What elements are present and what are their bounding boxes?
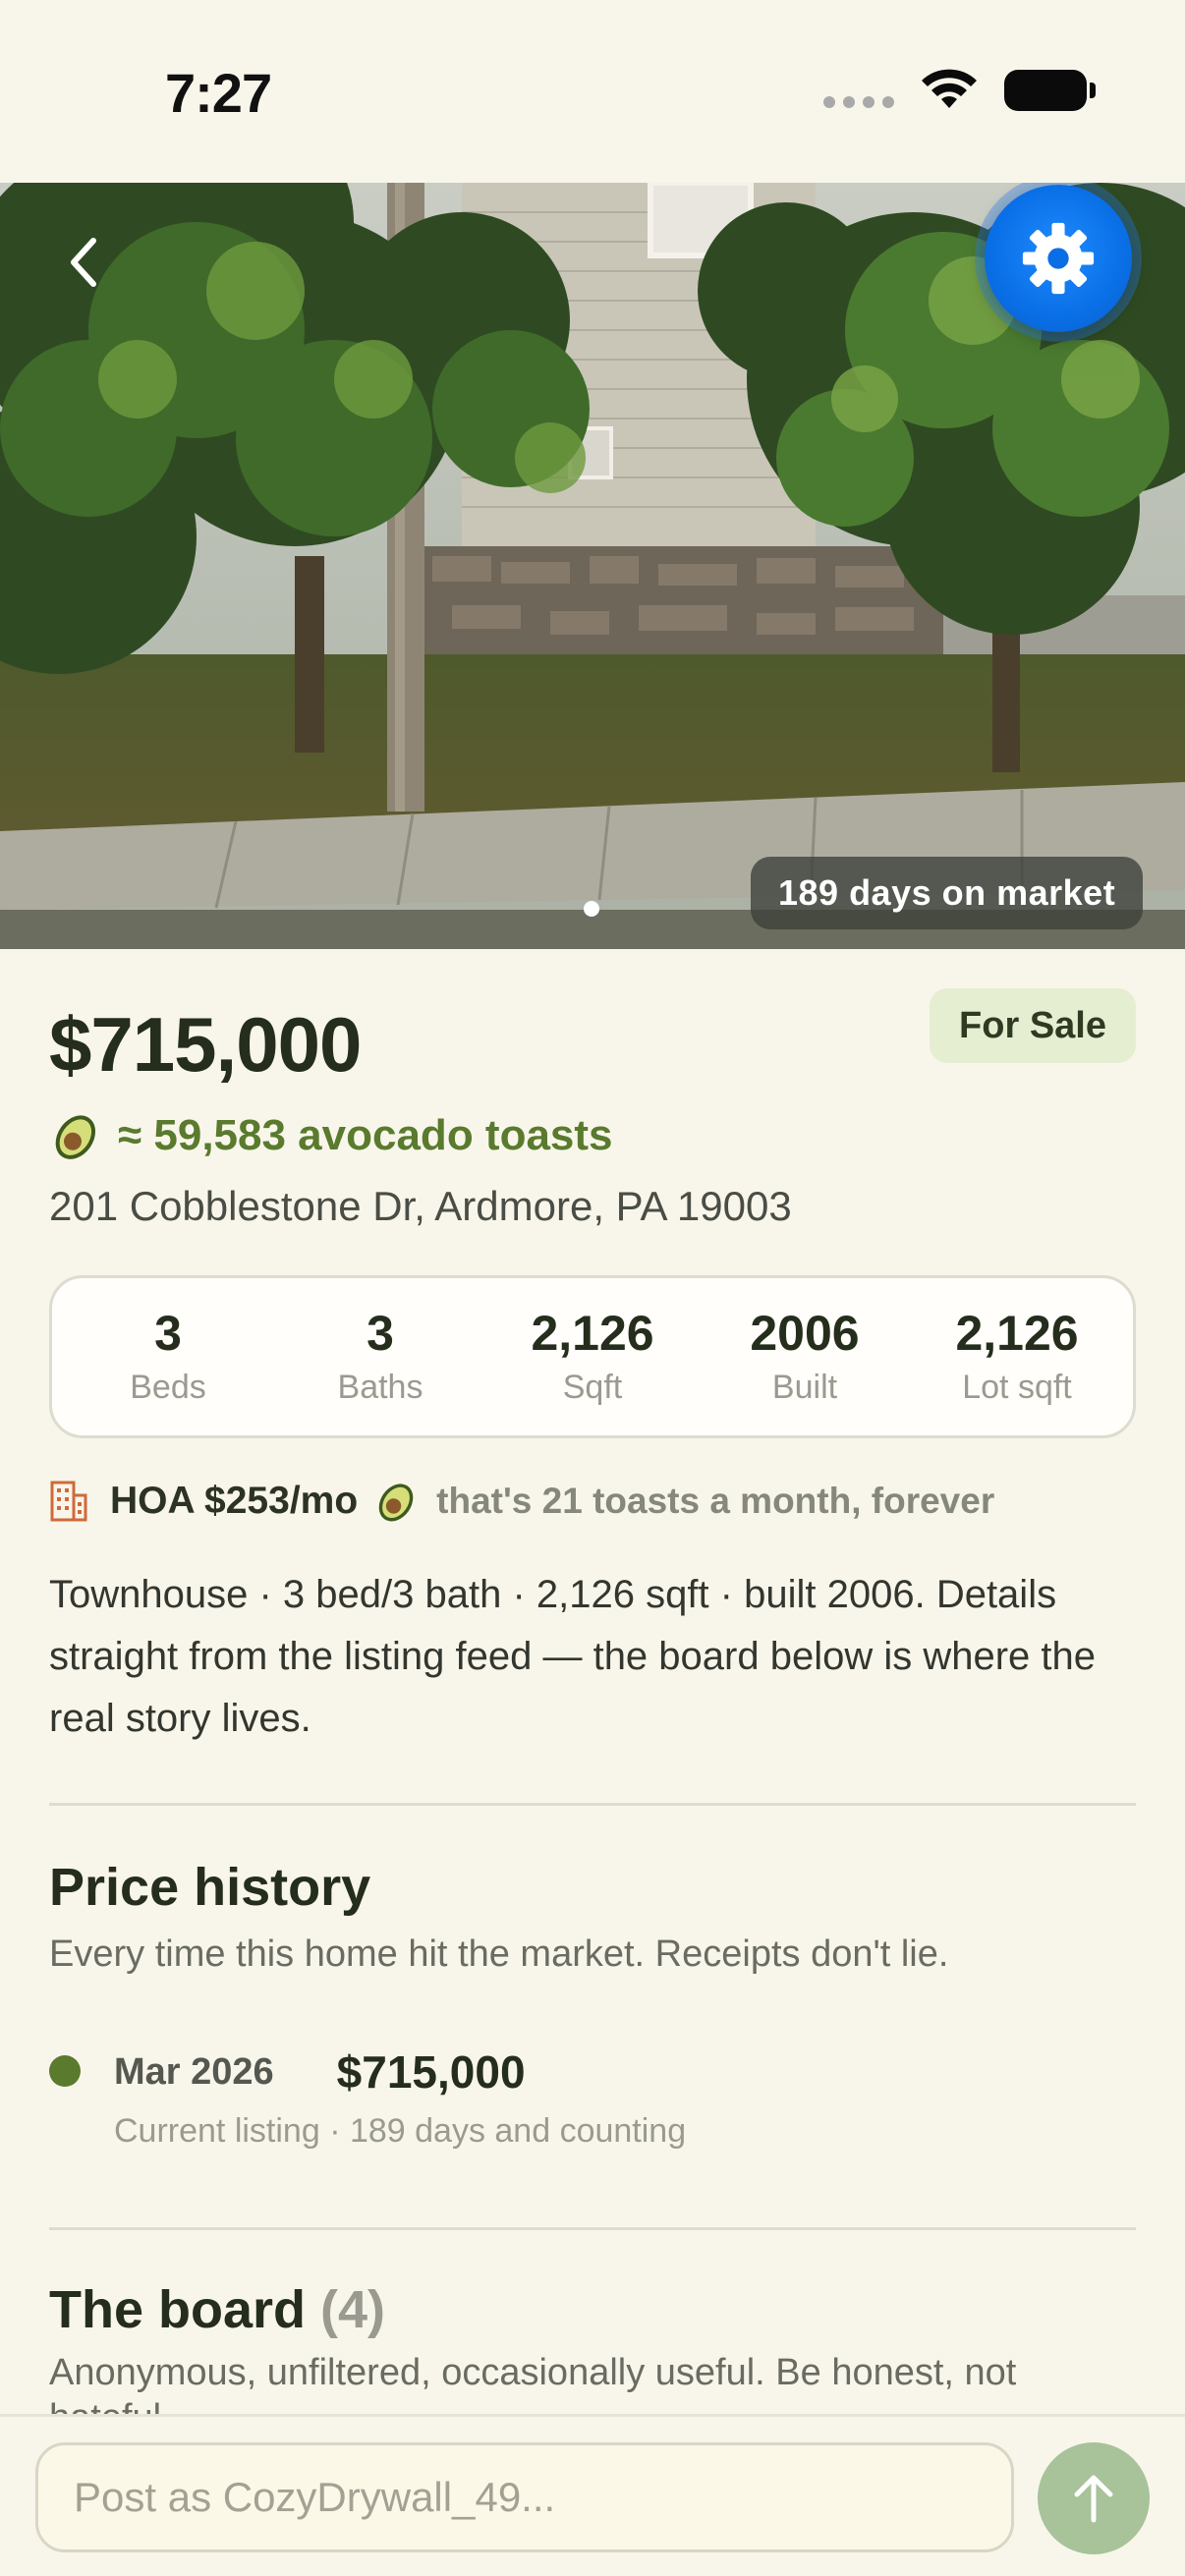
avocado-icon: [55, 1115, 96, 1159]
stat-value: 3: [154, 1306, 182, 1361]
history-date: Mar 2026: [114, 2050, 274, 2093]
status-badge: For Sale: [930, 988, 1136, 1063]
stat-label: Sqft: [562, 1369, 623, 1406]
stat-value: 2006: [750, 1306, 860, 1361]
stat-label: Baths: [337, 1369, 423, 1406]
cellular-signal-icon: [823, 96, 894, 108]
history-note: Current listing · 189 days and counting: [114, 2112, 687, 2150]
stat-lot-sqft: 2,126 Lot sqft: [919, 1307, 1115, 1407]
status-bar: 7:27: [0, 0, 1185, 183]
timeline-dot-icon: [49, 2055, 81, 2087]
stat-label: Beds: [130, 1369, 206, 1406]
stat-year-built: 2006 Built: [706, 1307, 903, 1407]
stat-label: Built: [771, 1369, 838, 1406]
price-history-subtitle: Every time this home hit the market. Rec…: [49, 1933, 949, 1975]
board-title-text: The board: [49, 2280, 307, 2339]
divider: [49, 1803, 1136, 1806]
property-stats-card: 3 Beds 3 Baths 2,126 Sqft 2006 Built 2,1…: [49, 1275, 1136, 1438]
avocado-icon: [378, 1484, 414, 1522]
send-button[interactable]: [1038, 2442, 1150, 2554]
listing-photo-carousel[interactable]: 189 days on market: [0, 183, 1185, 949]
photo-page-indicator: [584, 901, 599, 917]
price-history-details: Mar 2026 $715,000 Current listing · 189 …: [114, 2045, 686, 2151]
board-post-count: (4): [320, 2280, 386, 2339]
avocado-toast-count: ≈ 59,583 avocado toasts: [118, 1111, 613, 1159]
divider: [49, 2227, 1136, 2230]
battery-icon: [1004, 70, 1096, 111]
stat-sqft: 2,126 Sqft: [494, 1307, 691, 1407]
post-input[interactable]: [35, 2442, 1014, 2552]
price-history-header: Mar 2026 $715,000: [114, 2045, 686, 2099]
board-title: The board (4): [49, 2279, 1136, 2340]
days-on-market-badge: 189 days on market: [751, 857, 1144, 929]
chevron-left-icon: [71, 238, 96, 287]
stat-value: 2,126: [531, 1306, 654, 1361]
hoa-row: HOA $253/mo that's 21 toasts a month, fo…: [49, 1472, 1136, 1531]
post-composer: [0, 2414, 1185, 2576]
settings-button[interactable]: [985, 185, 1132, 332]
listing-detail-screen: 7:27 189 days on market $715,000 For Sal…: [0, 0, 1185, 2576]
stat-baths: 3 Baths: [282, 1307, 479, 1407]
wifi-icon: [922, 69, 977, 108]
stat-value: 2,126: [955, 1306, 1079, 1361]
listing-price: $715,000: [49, 1001, 362, 1088]
price-history-item: Mar 2026 $715,000 Current listing · 189 …: [49, 2045, 1136, 2151]
stat-beds: 3 Beds: [70, 1307, 266, 1407]
price-history-section: Price history Every time this home hit t…: [49, 1857, 1136, 2151]
listing-address: 201 Cobblestone Dr, Ardmore, PA 19003: [49, 1183, 792, 1229]
gear-icon: [1022, 222, 1095, 295]
price-row: $715,000 For Sale: [49, 988, 1136, 1083]
price-history-title: Price history: [49, 1858, 371, 1917]
hoa-fee: HOA $253/mo: [110, 1480, 359, 1522]
avocado-equivalent: ≈ 59,583 avocado toasts: [49, 1108, 1136, 1163]
status-time: 7:27: [165, 62, 272, 124]
status-icons: [823, 69, 1096, 112]
hoa-toast-note: that's 21 toasts a month, forever: [436, 1481, 995, 1521]
stat-label: Lot sqft: [962, 1369, 1072, 1406]
building-icon: [50, 1481, 87, 1522]
listing-content: $715,000 For Sale ≈ 59,583 avocado toast…: [49, 988, 1136, 2440]
stat-value: 3: [367, 1306, 394, 1361]
listing-description: Townhouse · 3 bed/3 bath · 2,126 sqft · …: [49, 1573, 1096, 1740]
arrow-up-icon: [1074, 2475, 1113, 2523]
history-price: $715,000: [336, 2046, 526, 2098]
back-button[interactable]: [49, 218, 118, 307]
